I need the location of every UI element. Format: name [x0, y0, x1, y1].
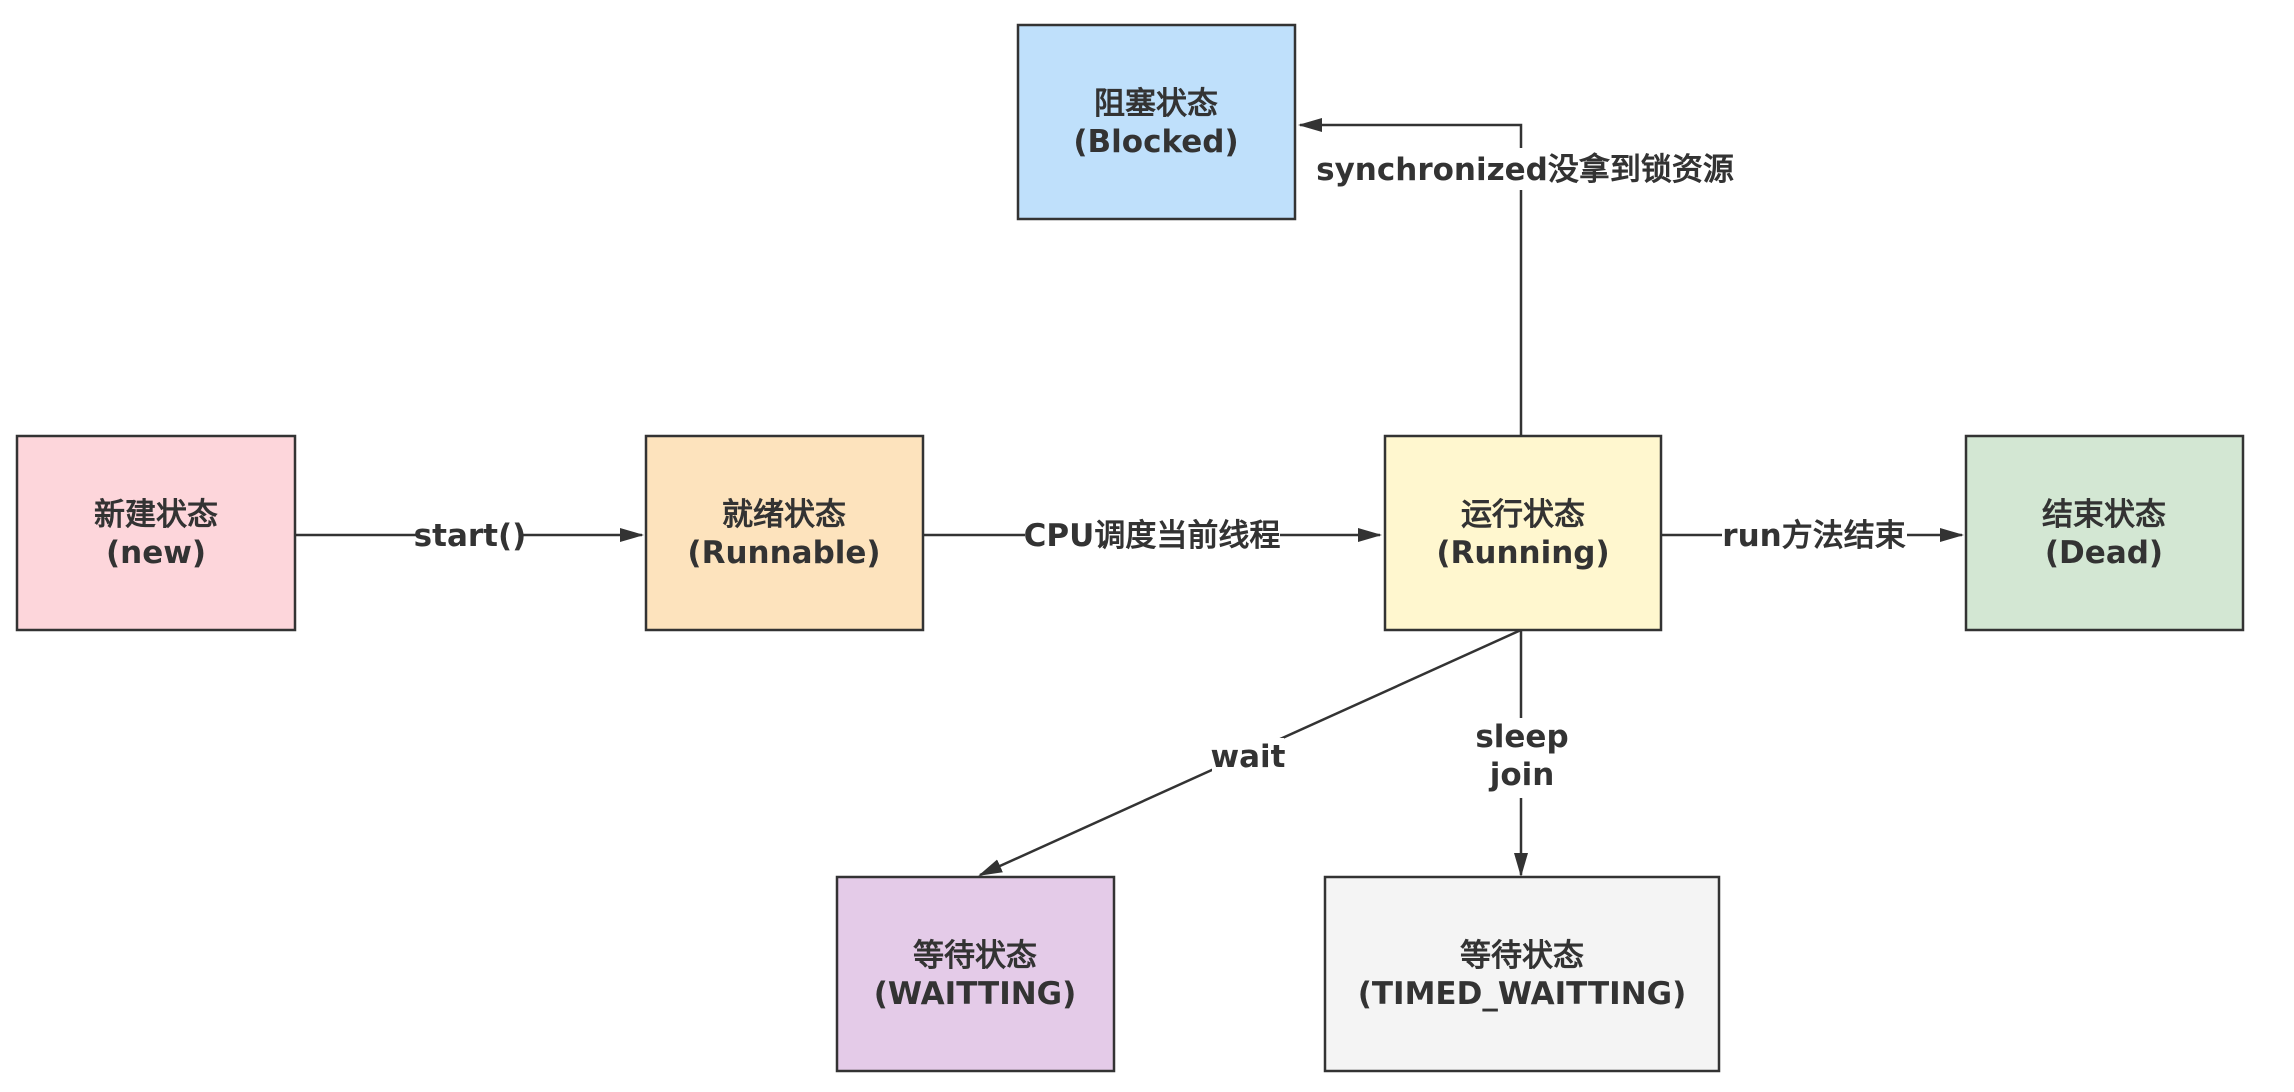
- svg-text:join: join: [1488, 757, 1555, 793]
- state-new: 新建状态 (new): [15, 434, 297, 632]
- state-waiting: 等待状态 (WAITTING): [835, 875, 1116, 1073]
- svg-text:(WAITTING): (WAITTING): [874, 976, 1077, 1012]
- svg-text:(Runnable): (Runnable): [687, 535, 880, 571]
- edge-label-wait: wait: [1210, 738, 1286, 778]
- svg-text:运行状态: 运行状态: [1461, 497, 1585, 533]
- svg-text:(Running): (Running): [1436, 535, 1609, 571]
- svg-text:就绪状态: 就绪状态: [722, 497, 846, 533]
- svg-text:(TIMED_WAITTING): (TIMED_WAITTING): [1358, 976, 1687, 1012]
- svg-text:start(): start(): [414, 518, 527, 554]
- svg-text:synchronized没拿到锁资源: synchronized没拿到锁资源: [1316, 152, 1734, 188]
- edge-label-run-end: run方法结束: [1722, 515, 1907, 557]
- svg-text:(Dead): (Dead): [2045, 535, 2163, 571]
- svg-text:CPU调度当前线程: CPU调度当前线程: [1024, 518, 1281, 554]
- edge-label-sleep-join: sleep join: [1475, 718, 1569, 798]
- edge-label-synchronized: synchronized没拿到锁资源: [1316, 148, 1734, 190]
- state-timed-waiting: 等待状态 (TIMED_WAITTING): [1323, 875, 1721, 1073]
- state-runnable: 就绪状态 (Runnable): [644, 434, 925, 632]
- svg-text:等待状态: 等待状态: [913, 938, 1037, 974]
- edge-label-start: start(): [414, 515, 527, 557]
- svg-text:run方法结束: run方法结束: [1722, 518, 1905, 554]
- thread-state-diagram: start() CPU调度当前线程 run方法结束 synchronized没拿…: [15, 23, 2245, 1073]
- svg-text:(new): (new): [106, 535, 206, 571]
- svg-text:结束状态: 结束状态: [2042, 497, 2166, 533]
- edge-label-cpu-schedule: CPU调度当前线程: [1024, 515, 1281, 557]
- state-dead: 结束状态 (Dead): [1964, 434, 2245, 632]
- svg-text:sleep: sleep: [1475, 719, 1568, 755]
- svg-text:(Blocked): (Blocked): [1073, 124, 1238, 160]
- state-running: 运行状态 (Running): [1383, 434, 1663, 632]
- svg-text:wait: wait: [1210, 739, 1285, 775]
- svg-text:阻塞状态: 阻塞状态: [1094, 86, 1218, 122]
- state-blocked: 阻塞状态 (Blocked): [1016, 23, 1297, 221]
- svg-text:新建状态: 新建状态: [94, 497, 218, 533]
- svg-text:等待状态: 等待状态: [1460, 938, 1584, 974]
